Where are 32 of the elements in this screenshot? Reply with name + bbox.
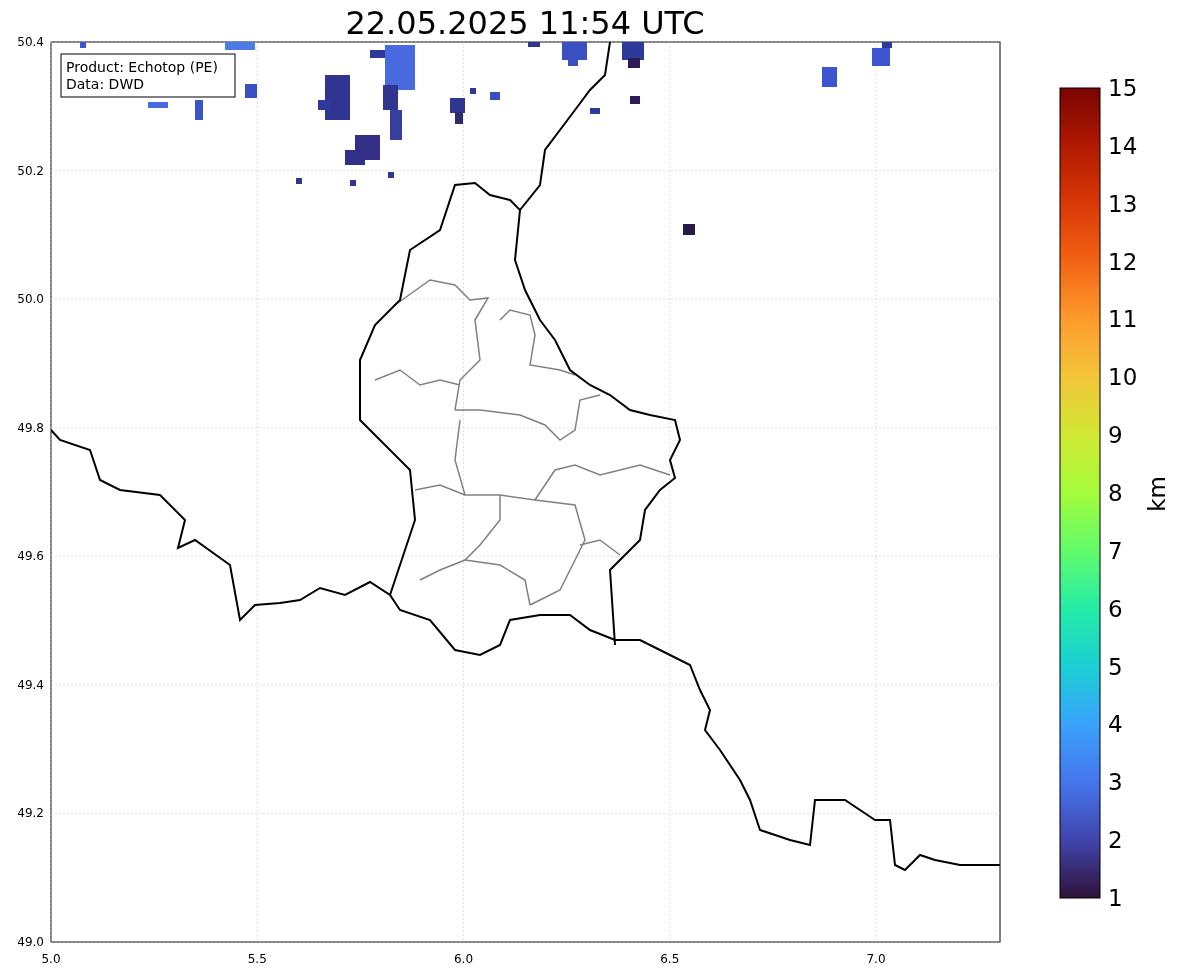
colorbar-tick-label: 14 bbox=[1108, 132, 1138, 159]
colorbar-tick-label: 9 bbox=[1108, 422, 1123, 449]
axis-tick-label: 49.6 bbox=[17, 549, 44, 564]
axis-tick-label: 49.2 bbox=[17, 806, 44, 821]
info-text: Data: DWD bbox=[66, 76, 144, 92]
axis-tick-label: 7.0 bbox=[866, 952, 886, 966]
axis-tick-label: 49.8 bbox=[17, 420, 44, 435]
axis-tick-label: 6.5 bbox=[660, 952, 680, 966]
colorbar-tick-label: 10 bbox=[1108, 364, 1138, 391]
axis-tick-label: 50.0 bbox=[17, 292, 44, 307]
colorbar-tick-label: 2 bbox=[1108, 827, 1123, 854]
axis-tick-label: 5.5 bbox=[247, 952, 267, 966]
axis-tick-label: 50.4 bbox=[17, 35, 44, 49]
colorbar-tick-label: 5 bbox=[1108, 653, 1123, 680]
colorbar-tick-label: 13 bbox=[1108, 190, 1138, 217]
colorbar-tick-label: 12 bbox=[1108, 248, 1138, 275]
colorbar-tick-label: 11 bbox=[1108, 306, 1138, 333]
info-text: Product: Echotop (PE) bbox=[66, 59, 218, 75]
axis-tick-label: 49.0 bbox=[17, 935, 44, 949]
colorbar-tick-label: 1 bbox=[1108, 885, 1123, 911]
axis-tick-label: 49.4 bbox=[17, 677, 44, 692]
colorbar-tick-label: 4 bbox=[1108, 711, 1123, 738]
colorbar-tick-label: 3 bbox=[1108, 769, 1123, 796]
colorbar-tick-label: 6 bbox=[1108, 595, 1123, 622]
colorbar-label: km bbox=[1144, 476, 1170, 512]
chart-title: 22.05.2025 11:54 UTC bbox=[345, 4, 705, 42]
axis-tick-label: 50.2 bbox=[17, 163, 44, 178]
colorbar-tick-label: 8 bbox=[1108, 480, 1123, 506]
axis-tick-label: 5.0 bbox=[41, 952, 61, 966]
colorbar-tick-label: 7 bbox=[1108, 537, 1123, 564]
colorbar-tick-label: 15 bbox=[1108, 75, 1138, 101]
axis-tick-label: 6.0 bbox=[453, 952, 474, 966]
